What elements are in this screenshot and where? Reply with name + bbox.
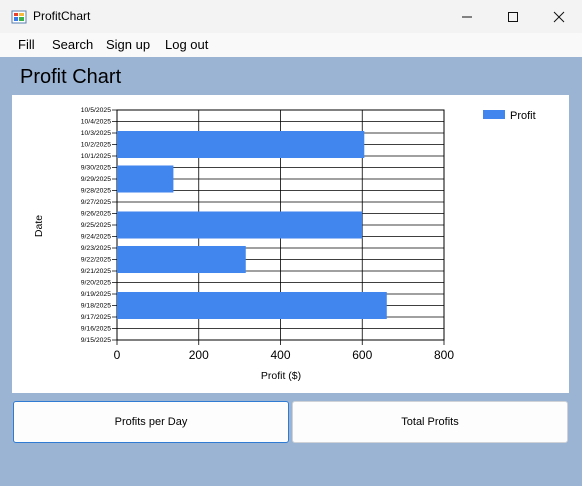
y-tick-label: 9/25/2025	[81, 222, 111, 229]
total-profits-button[interactable]: Total Profits	[292, 401, 568, 443]
y-tick-label: 9/23/2025	[81, 245, 111, 252]
y-tick-label: 9/28/2025	[81, 188, 111, 195]
menu-bar: Fill Search Sign up Log out	[0, 33, 582, 57]
x-tick-label: 200	[189, 348, 209, 362]
y-tick-label: 9/24/2025	[81, 234, 111, 241]
y-tick-label: 9/19/2025	[81, 291, 111, 298]
y-tick-label: 9/21/2025	[81, 268, 111, 275]
bar-9-22-2025	[117, 245, 246, 274]
legend-label-profit: Profit	[510, 110, 536, 122]
bar-10-2-2025	[117, 130, 365, 159]
x-tick-label: 0	[114, 348, 121, 362]
y-tick-label: 9/20/2025	[81, 280, 111, 287]
title-bar[interactable]: ProfitChart	[0, 0, 582, 33]
profits-per-day-button[interactable]: Profits per Day	[13, 401, 289, 443]
maximize-button[interactable]	[490, 0, 536, 33]
legend-swatch-profit	[483, 110, 505, 119]
y-axis-title: Date	[33, 215, 45, 237]
bar-9-25-2025	[117, 211, 363, 239]
menu-item-log-out[interactable]: Log out	[165, 37, 208, 52]
menu-item-sign-up[interactable]: Sign up	[106, 37, 150, 52]
y-tick-label: 10/4/2025	[81, 119, 111, 126]
y-tick-label: 9/27/2025	[81, 199, 111, 206]
y-tick-label: 9/17/2025	[81, 314, 111, 321]
y-tick-label: 10/5/2025	[81, 107, 111, 114]
windows-forms-app-icon	[11, 10, 27, 24]
close-icon	[553, 11, 565, 22]
close-button[interactable]	[536, 0, 582, 33]
page-title: Profit Chart	[20, 66, 122, 88]
y-tick-label: 9/30/2025	[81, 165, 111, 172]
profit-chart: 9/15/2025 9/16/2025 9/17/2025 9/18/2025 9/19…	[33, 107, 536, 382]
y-tick-label: 9/18/2025	[81, 303, 111, 310]
chart-bars	[117, 130, 387, 320]
x-tick-label: 400	[270, 348, 290, 362]
minimize-icon	[462, 16, 472, 17]
y-tick-label: 10/1/2025	[81, 153, 111, 160]
chart-panel: 9/15/2025 9/16/2025 9/17/2025 9/18/2025 9/19…	[12, 95, 569, 393]
y-tick-label: 10/2/2025	[81, 142, 111, 149]
y-tick-label: 9/26/2025	[81, 211, 111, 218]
y-tick-label: 9/16/2025	[81, 326, 111, 333]
y-tick-label: 9/29/2025	[81, 176, 111, 183]
window-title: ProfitChart	[33, 9, 91, 23]
x-tick-label: 600	[352, 348, 372, 362]
x-tick-label: 800	[434, 348, 454, 362]
bar-9-18-2025	[117, 291, 387, 320]
menu-item-search[interactable]: Search	[52, 37, 93, 52]
bar-9-29-2025	[117, 165, 174, 193]
minimize-button[interactable]	[444, 0, 490, 33]
y-tick-label: 9/22/2025	[81, 257, 111, 264]
y-tick-labels: 9/15/2025 9/16/2025 9/17/2025 9/18/2025 9/19…	[81, 107, 111, 344]
maximize-icon	[508, 11, 518, 22]
menu-item-fill[interactable]: Fill	[18, 37, 35, 52]
y-tick-label: 9/15/2025	[81, 337, 111, 344]
app-window: ProfitChart Fill Search Sign up Log out …	[0, 0, 582, 486]
y-tick-label: 10/3/2025	[81, 130, 111, 137]
chart-legend: Profit	[483, 110, 536, 122]
x-axis-title: Profit ($)	[261, 370, 301, 382]
x-tick-labels: 0 200 400 600 800	[114, 348, 455, 362]
